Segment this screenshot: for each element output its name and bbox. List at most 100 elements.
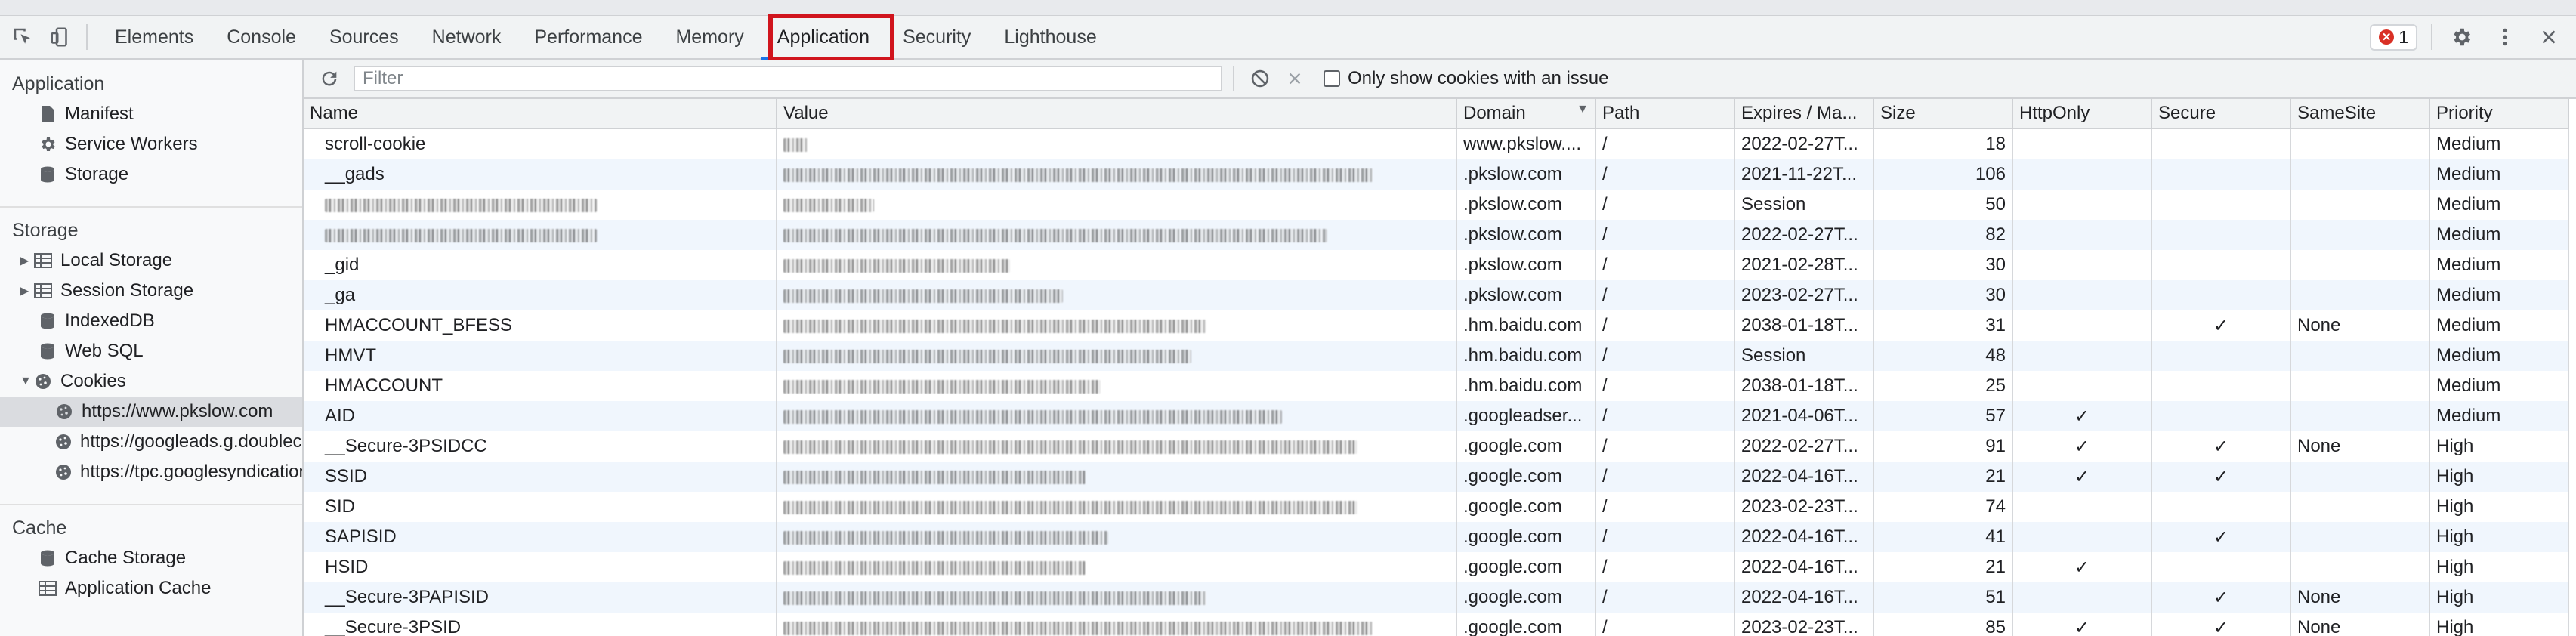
- table-header-row: Name Value Domain ▼ Path Expires / Ma... …: [304, 99, 2569, 129]
- only-issues-checkbox[interactable]: [1324, 70, 1340, 87]
- column-header-name[interactable]: Name: [304, 99, 777, 129]
- cookies-table: Name Value Domain ▼ Path Expires / Ma... …: [304, 99, 2569, 636]
- clear-all-icon[interactable]: [1245, 63, 1275, 94]
- cookie-icon: [54, 432, 73, 452]
- redacted-name: [325, 198, 597, 212]
- cell-priority: Medium: [2429, 220, 2569, 250]
- column-header-value[interactable]: Value: [777, 99, 1457, 129]
- column-header-samesite[interactable]: SameSite: [2290, 99, 2430, 129]
- filter-input[interactable]: [361, 67, 1221, 90]
- tab-security[interactable]: Security: [886, 16, 987, 58]
- delete-selected-icon[interactable]: [1280, 63, 1310, 94]
- table-row[interactable]: _gid .pkslow.com/2021-02-28T... 30 Medium: [304, 250, 2569, 280]
- cell-value: [777, 280, 1457, 310]
- sidebar-item-cookie-origin-doubleclick[interactable]: https://googleads.g.doubleclick.net: [0, 427, 302, 457]
- tab-performance[interactable]: Performance: [517, 16, 659, 58]
- tab-memory[interactable]: Memory: [659, 16, 760, 58]
- table-row[interactable]: SAPISID .google.com/2022-04-16T... 41 ✓ High: [304, 522, 2569, 552]
- collapse-triangle-icon[interactable]: ▼: [20, 375, 33, 388]
- filter-field[interactable]: [354, 66, 1222, 91]
- more-options-icon[interactable]: [2490, 22, 2520, 52]
- tab-elements[interactable]: Elements: [98, 16, 210, 58]
- sidebar-item-cookie-origin-pkslow[interactable]: https://www.pkslow.com: [0, 397, 302, 427]
- error-counter[interactable]: ✕ 1: [2370, 23, 2417, 51]
- cell-size: 85: [1873, 613, 2013, 636]
- table-row[interactable]: SID .google.com/2023-02-23T... 74 High: [304, 492, 2569, 522]
- sidebar-item-cache-storage[interactable]: Cache Storage: [0, 543, 302, 573]
- table-row[interactable]: HMACCOUNT_BFESS .hm.baidu.com/2038-01-18T…: [304, 310, 2569, 341]
- sidebar-item-indexeddb[interactable]: IndexedDB: [0, 306, 302, 336]
- redacted-value: [783, 560, 1086, 575]
- table-row[interactable]: HMVT .hm.baidu.com / Session 48 Medium: [304, 341, 2569, 371]
- sidebar-item-session-storage[interactable]: ▶ Session Storage: [0, 276, 302, 306]
- cell-size: 31: [1873, 310, 2013, 341]
- cell-priority: High: [2429, 431, 2569, 462]
- column-header-size[interactable]: Size: [1873, 99, 2013, 129]
- only-issues-label: Only show cookies with an issue: [1348, 68, 1609, 88]
- cell-priority: Medium: [2429, 190, 2569, 220]
- table-row[interactable]: __gads .pkslow.com/2021-11-22T... 106 Mediu…: [304, 159, 2569, 190]
- cell-expires: 2022-02-27T...: [1734, 128, 1874, 159]
- sidebar-section-application: Application: [12, 73, 105, 94]
- redacted-value: [783, 530, 1108, 545]
- table-row[interactable]: _ga .pkslow.com/2023-02-27T... 30 Medium: [304, 280, 2569, 310]
- table-row[interactable]: scroll-cookie www.pkslow..../2022-02-27T.…: [304, 128, 2569, 159]
- sort-descending-icon: ▼: [1577, 103, 1589, 116]
- table-row[interactable]: __Secure-3PAPISID .google.com/2022-04-16T…: [304, 582, 2569, 613]
- cell-samesite: [2290, 341, 2430, 371]
- cell-path: /: [1595, 280, 1735, 310]
- application-tab-highlight: [768, 14, 894, 61]
- cell-path: /: [1595, 220, 1735, 250]
- table-row[interactable]: .pkslow.com/2022-02-27T... 82 Medium: [304, 220, 2569, 250]
- devtools-tabbar: Elements Console Sources Network Perform…: [0, 16, 2576, 60]
- column-header-path[interactable]: Path: [1595, 99, 1735, 129]
- expand-triangle-icon[interactable]: ▶: [20, 253, 33, 268]
- tab-lighthouse[interactable]: Lighthouse: [987, 16, 1113, 58]
- cell-path: /: [1595, 190, 1735, 220]
- close-devtools-icon[interactable]: [2534, 22, 2564, 52]
- cell-domain: .google.com: [1456, 492, 1596, 522]
- table-row[interactable]: __Secure-3PSID .google.com/2023-02-23T...…: [304, 613, 2569, 636]
- sidebar-item-storage[interactable]: Storage: [0, 159, 302, 190]
- cell-value: [777, 310, 1457, 341]
- tab-sources[interactable]: Sources: [313, 16, 415, 58]
- sidebar-item-local-storage[interactable]: ▶ Local Storage: [0, 245, 302, 276]
- column-header-domain[interactable]: Domain ▼: [1456, 99, 1596, 129]
- cell-name: SAPISID: [304, 522, 777, 552]
- expand-triangle-icon[interactable]: ▶: [20, 283, 33, 298]
- cell-path: /: [1595, 341, 1735, 371]
- settings-gear-icon[interactable]: [2446, 22, 2476, 52]
- sidebar-item-web-sql[interactable]: Web SQL: [0, 336, 302, 366]
- device-toggle-icon[interactable]: [45, 22, 76, 52]
- inspect-element-icon[interactable]: [8, 22, 38, 52]
- cell-expires: 2022-02-27T...: [1734, 431, 1874, 462]
- column-header-priority[interactable]: Priority: [2429, 99, 2569, 129]
- error-count: 1: [2398, 26, 2408, 47]
- column-header-expires[interactable]: Expires / Ma...: [1734, 99, 1874, 129]
- sidebar-item-manifest[interactable]: Manifest: [0, 99, 302, 129]
- table-row[interactable]: AID .googleadser.../2021-04-06T... 57 ✓ Medi…: [304, 401, 2569, 431]
- tab-network[interactable]: Network: [415, 16, 518, 58]
- sidebar-item-application-cache[interactable]: Application Cache: [0, 573, 302, 604]
- cell-value: [777, 190, 1457, 220]
- sidebar-item-cookies[interactable]: ▼ Cookies: [0, 366, 302, 397]
- redacted-value: [783, 440, 1357, 454]
- table-row[interactable]: HMACCOUNT .hm.baidu.com/2038-01-18T... 25 M…: [304, 371, 2569, 401]
- cell-secure: [2151, 401, 2291, 431]
- database-icon: [38, 165, 57, 184]
- cell-domain: .googleadser...: [1456, 401, 1596, 431]
- table-row[interactable]: __Secure-3PSIDCC .google.com/2022-02-27T.…: [304, 431, 2569, 462]
- table-row[interactable]: SSID .google.com/2022-04-16T... 21 ✓ ✓ High: [304, 462, 2569, 492]
- table-row[interactable]: HSID .google.com/2022-04-16T... 21 ✓ High: [304, 552, 2569, 582]
- table-row[interactable]: .pkslow.com / Session 50 Medium: [304, 190, 2569, 220]
- column-header-secure[interactable]: Secure: [2151, 99, 2291, 129]
- sidebar-item-cookie-origin-googlesyndication[interactable]: https://tpc.googlesyndication.com: [0, 457, 302, 487]
- sidebar-item-service-workers[interactable]: Service Workers: [0, 129, 302, 159]
- column-header-httponly[interactable]: HttpOnly: [2012, 99, 2152, 129]
- refresh-icon[interactable]: [314, 63, 344, 94]
- cell-domain: .google.com: [1456, 431, 1596, 462]
- tab-console[interactable]: Console: [210, 16, 313, 58]
- cell-samesite: [2290, 552, 2430, 582]
